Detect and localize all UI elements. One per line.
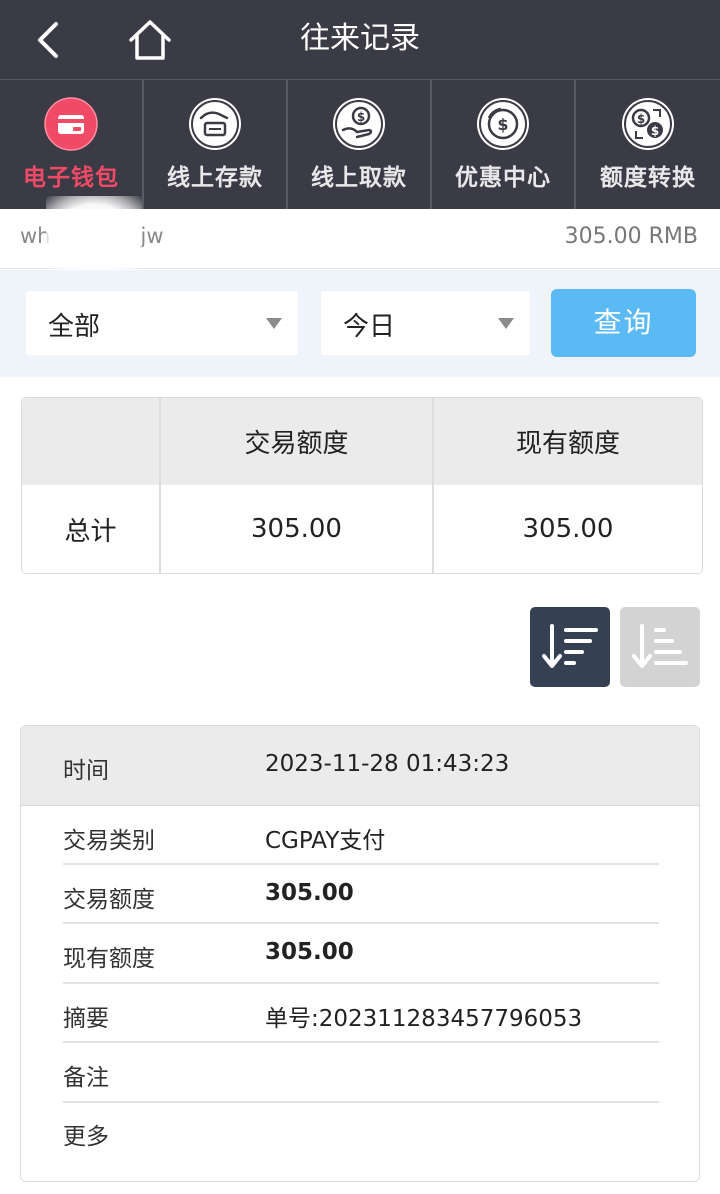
tab-promo-center[interactable]: $ 优惠中心 (432, 80, 576, 209)
date-select[interactable]: 今日 (321, 291, 530, 355)
username: wh jw (20, 224, 164, 248)
tab-label: 电子钱包 (23, 165, 119, 191)
tab-label: 线上取款 (311, 165, 407, 191)
sort-descending-icon (542, 624, 598, 668)
type-select[interactable]: 全部 (26, 291, 298, 355)
summary-table: 交易额度 现有额度 总计 305.00 305.00 (21, 397, 703, 574)
svg-text:$: $ (637, 112, 645, 126)
account-bar: wh jw 305.00 RMB (0, 209, 720, 269)
summary-total-label: 总计 (22, 485, 161, 573)
amount-label: 交易额度 (63, 887, 155, 913)
back-button[interactable] (28, 20, 68, 60)
summary-current-amount: 305.00 (522, 514, 614, 544)
home-icon (129, 20, 171, 60)
tab-label: 线上存款 (167, 165, 263, 191)
balance-value: 305.00 (265, 939, 354, 965)
top-header: 往来记录 (0, 0, 720, 80)
balance-label: 现有额度 (63, 946, 155, 972)
filter-bar: 全部 今日 查询 (0, 270, 720, 377)
summary-total-row: 总计 305.00 305.00 (22, 485, 702, 573)
more-label[interactable]: 更多 (63, 1117, 109, 1151)
svg-text:$: $ (497, 115, 508, 134)
transaction-record: 时间 2023-11-28 01:43:23 交易类别 CGPAY支付 交易额度… (20, 725, 700, 1182)
summary-header-transaction: 交易额度 (161, 398, 434, 485)
summary-value: 单号:202311283457796053 (265, 1006, 583, 1032)
caret-down-icon (498, 318, 514, 329)
promo-icon: $ (477, 98, 529, 150)
tab-e-wallet[interactable]: 电子钱包 (0, 80, 144, 209)
type-label: 交易类别 (63, 828, 155, 854)
chevron-left-icon (38, 22, 58, 58)
wallet-icon (44, 97, 98, 151)
wallet-nav: 电子钱包 线上存款 $ 线上取款 $ 优惠中心 $ $ 额度转换 (0, 80, 720, 209)
row-divider (63, 1101, 659, 1103)
deposit-icon (189, 98, 241, 150)
sort-desc-button[interactable] (530, 607, 610, 687)
transfer-icon: $ $ (622, 98, 674, 150)
home-button[interactable] (126, 18, 174, 62)
type-select-value: 全部 (48, 312, 101, 342)
summary-header-row: 交易额度 现有额度 (22, 398, 702, 485)
record-header: 时间 2023-11-28 01:43:23 (21, 726, 699, 806)
row-divider (63, 863, 659, 865)
sort-ascending-icon (632, 624, 688, 668)
tab-online-deposit[interactable]: 线上存款 (144, 80, 288, 209)
tab-online-withdraw[interactable]: $ 线上取款 (288, 80, 432, 209)
account-balance: 305.00 RMB (564, 224, 698, 249)
summary-transaction-amount: 305.00 (161, 485, 434, 573)
tab-label: 额度转换 (600, 165, 696, 191)
row-divider (63, 982, 659, 984)
page-title: 往来记录 (300, 21, 420, 56)
date-select-value: 今日 (343, 312, 396, 342)
summary-header-empty (22, 398, 161, 485)
query-button[interactable]: 查询 (551, 289, 696, 357)
time-label: 时间 (63, 758, 109, 784)
sort-asc-button[interactable] (620, 607, 700, 687)
summary-label: 摘要 (63, 1006, 109, 1032)
time-value: 2023-11-28 01:43:23 (265, 751, 510, 777)
row-divider (63, 1041, 659, 1043)
tab-limit-transfer[interactable]: $ $ 额度转换 (576, 80, 720, 209)
svg-text:$: $ (357, 110, 365, 124)
svg-text:$: $ (651, 124, 659, 138)
row-divider (63, 922, 659, 924)
summary-header-current: 现有额度 (515, 429, 620, 459)
note-label: 备注 (63, 1065, 109, 1091)
caret-down-icon (266, 318, 282, 329)
type-value: CGPAY支付 (265, 828, 386, 854)
tab-label: 优惠中心 (455, 165, 551, 191)
withdraw-icon: $ (333, 98, 385, 150)
amount-value: 305.00 (265, 880, 354, 906)
